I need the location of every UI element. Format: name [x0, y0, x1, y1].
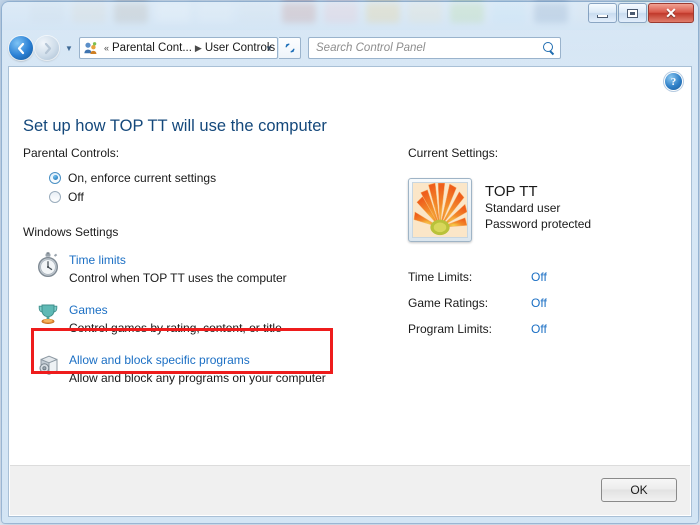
- current-settings-panel: Current Settings: TOP TT Standard user P…: [408, 146, 678, 342]
- user-password-state: Password protected: [485, 217, 592, 231]
- parental-controls-radio-group: On, enforce current settings Off: [49, 168, 413, 206]
- list-item-text: Time limits Control when TOP TT uses the…: [69, 251, 287, 287]
- title-bar[interactable]: ✕: [2, 2, 698, 30]
- status-row-game-ratings: Game Ratings: Off: [408, 290, 678, 316]
- games-description: Control games by rating, content, or tit…: [69, 321, 282, 335]
- avatar-image: [412, 182, 468, 238]
- user-account-type: Standard user: [485, 201, 561, 215]
- list-item-time-limits[interactable]: Time limits Control when TOP TT uses the…: [23, 248, 413, 291]
- radio-off-label: Off: [68, 189, 84, 204]
- programs-box-icon: [35, 352, 61, 378]
- time-limits-description: Control when TOP TT uses the computer: [69, 271, 287, 285]
- user-info: TOP TT Standard user Password protected: [485, 178, 591, 232]
- link-time-limits[interactable]: Time limits: [69, 253, 126, 267]
- user-avatar-flower: [408, 178, 472, 242]
- maximize-button[interactable]: [618, 3, 647, 23]
- status-value: Off: [531, 296, 547, 310]
- close-button[interactable]: ✕: [648, 3, 694, 23]
- address-bar-row: ▼ « Parental Cont... ▶ User Controls ▼ S…: [2, 32, 698, 64]
- status-label: Game Ratings:: [408, 296, 489, 310]
- forward-arrow-icon: [44, 42, 51, 54]
- status-row-program-limits: Program Limits: Off: [408, 316, 678, 342]
- close-icon: ✕: [665, 5, 677, 21]
- forward-button[interactable]: [35, 36, 59, 60]
- current-settings-label: Current Settings:: [408, 146, 499, 160]
- status-label: Program Limits:: [408, 322, 493, 336]
- list-item-games[interactable]: Games Control games by rating, content, …: [23, 298, 413, 341]
- link-allow-block-programs[interactable]: Allow and block specific programs: [69, 353, 250, 367]
- search-icon: [543, 42, 555, 54]
- radio-row-on[interactable]: On, enforce current settings: [49, 168, 413, 187]
- breadcrumb-separator[interactable]: ▶: [195, 43, 202, 54]
- control-panel-window: ✕ ▼ « Parental Cont... ▶ User Controls ▼…: [2, 2, 698, 523]
- parental-controls-icon: [83, 41, 98, 56]
- left-column: Parental Controls: On, enforce current s…: [23, 146, 413, 391]
- list-item-text: Games Control games by rating, content, …: [69, 301, 282, 337]
- refresh-icon: [284, 43, 295, 53]
- radio-off[interactable]: [49, 190, 61, 203]
- status-label: Time Limits:: [408, 270, 473, 284]
- radio-on[interactable]: [49, 171, 61, 184]
- content-area: ? Set up how TOP TT will use the compute…: [8, 66, 692, 517]
- breadcrumb-parental-controls[interactable]: Parental Cont...: [112, 42, 192, 54]
- minimize-icon: [597, 14, 608, 18]
- radio-row-off[interactable]: Off: [49, 187, 413, 206]
- user-name: TOP TT: [485, 183, 538, 200]
- minimize-button[interactable]: [588, 3, 617, 23]
- parental-controls-label: Parental Controls:: [23, 146, 120, 160]
- search-placeholder: Search Control Panel: [316, 42, 426, 54]
- settings-list: Time limits Control when TOP TT uses the…: [23, 248, 413, 391]
- crumb-prefix: «: [104, 43, 110, 53]
- programs-description: Allow and block any programs on your com…: [69, 371, 326, 385]
- radio-on-label: On, enforce current settings: [68, 170, 217, 185]
- status-value: Off: [531, 270, 547, 284]
- refresh-button[interactable]: [279, 37, 301, 59]
- list-item-programs[interactable]: Allow and block specific programs Allow …: [23, 348, 413, 391]
- status-row-time-limits: Time Limits: Off: [408, 264, 678, 290]
- back-arrow-icon: [17, 42, 24, 54]
- help-button[interactable]: ?: [665, 73, 682, 90]
- link-games[interactable]: Games: [69, 303, 108, 317]
- user-card: TOP TT Standard user Password protected: [408, 178, 678, 242]
- settings-status-list: Time Limits: Off Game Ratings: Off Progr…: [408, 264, 678, 342]
- address-bar[interactable]: « Parental Cont... ▶ User Controls ▼: [79, 37, 278, 59]
- page-title: Set up how TOP TT will use the computer: [23, 117, 327, 135]
- stopwatch-icon: [35, 252, 61, 278]
- recent-pages-dropdown[interactable]: ▼: [63, 44, 75, 53]
- window-controls: ✕: [587, 3, 694, 23]
- windows-settings-label: Windows Settings: [23, 225, 119, 239]
- status-value: Off: [531, 322, 547, 336]
- back-button[interactable]: [9, 36, 33, 60]
- search-input[interactable]: Search Control Panel: [308, 37, 561, 59]
- trophy-icon: [35, 302, 61, 328]
- chevron-down-icon[interactable]: ▼: [265, 44, 273, 53]
- list-item-text: Allow and block specific programs Allow …: [69, 351, 326, 387]
- ok-button[interactable]: OK: [601, 478, 677, 502]
- footer-bar: OK: [10, 465, 690, 515]
- maximize-icon: [627, 8, 638, 18]
